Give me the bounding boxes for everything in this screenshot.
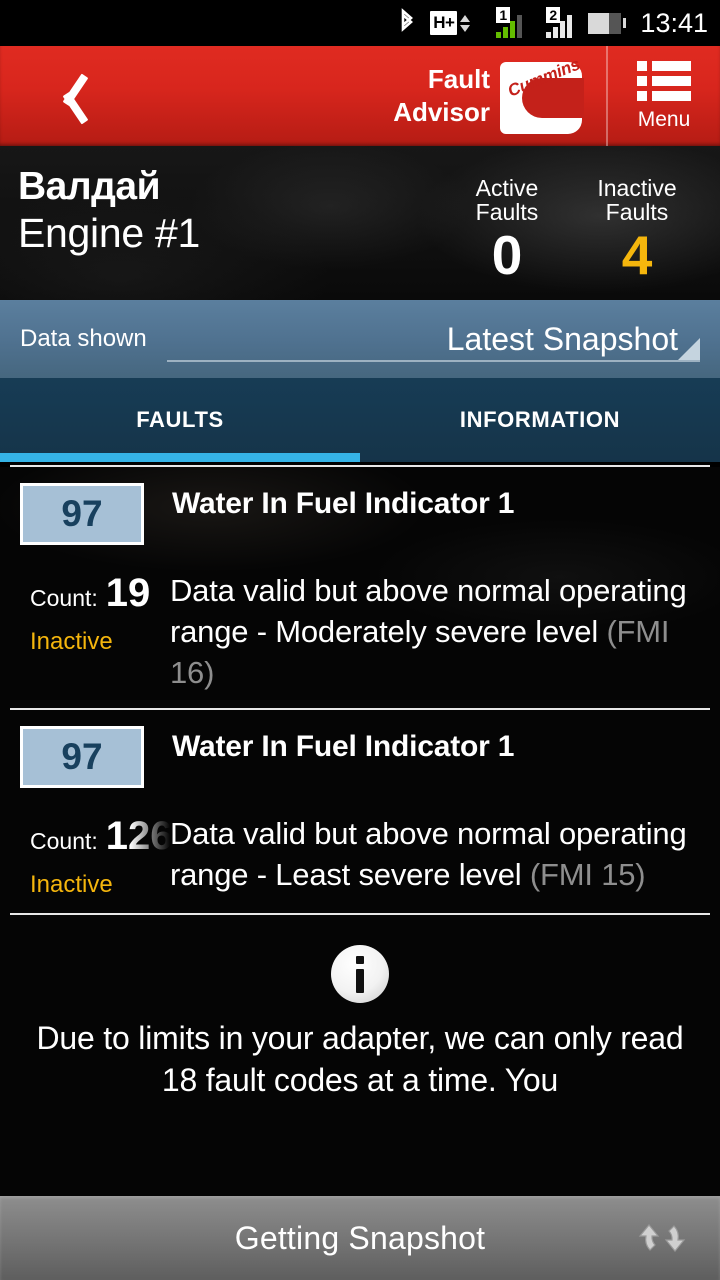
data-shown-row: Data shown Latest Snapshot [0, 300, 720, 378]
bluetooth-icon [397, 8, 417, 38]
refresh-button[interactable] [632, 1208, 692, 1268]
active-faults-label-line2: Faults [475, 199, 539, 226]
fault-description: Data valid but above normal operating ra… [170, 571, 710, 694]
inactive-faults-value: 4 [621, 223, 653, 286]
spn-badge: 97 [20, 725, 144, 788]
inactive-faults-label-line2: Faults [605, 199, 669, 226]
tab-information[interactable]: INFORMATION [360, 378, 720, 462]
fault-count-line: Count: 126 [30, 814, 170, 859]
fault-title: Water In Fuel Indicator 1 [172, 729, 515, 763]
sim1-signal-indicator: 1 [484, 7, 524, 38]
vehicle-summary: Валдай Engine #1 Active Faults 0 Inactiv… [0, 146, 720, 300]
data-shown-label: Data shown [20, 325, 147, 352]
bottom-status-bar: Getting Snapshot [0, 1196, 720, 1280]
data-shown-selected-value: Latest Snapshot [446, 320, 678, 357]
fault-count-line: Count: 19 [30, 571, 170, 616]
dropdown-caret-icon [678, 338, 700, 360]
fault-count-label: Count: [30, 585, 98, 611]
vehicle-identity: Валдай Engine #1 [18, 166, 442, 300]
tab-faults[interactable]: FAULTS [0, 378, 360, 462]
page-title-line2: Advisor [393, 97, 490, 127]
adapter-limit-notice: Due to limits in your adapter, we can on… [0, 915, 720, 1101]
list-menu-icon [637, 60, 691, 106]
info-circle-icon [331, 944, 389, 1003]
active-faults-label-line1: Active [475, 175, 539, 201]
tab-faults-label: FAULTS [136, 407, 224, 432]
sim2-label: 2 [546, 7, 561, 23]
spinner-underline [166, 360, 700, 362]
battery-icon [588, 12, 627, 34]
fault-count-column: Count: 126 Inactive [10, 813, 170, 899]
spn-badge: 97 [20, 483, 144, 545]
active-faults-value: 0 [491, 223, 523, 286]
fault-list[interactable]: 97 Water In Fuel Indicator 1 Count: 19 I… [0, 467, 720, 1200]
sim1-label: 1 [496, 7, 511, 23]
fault-header: 97 Water In Fuel Indicator 1 [10, 483, 710, 545]
fault-list-item[interactable]: 97 Water In Fuel Indicator 1 Count: 126 … [0, 710, 720, 913]
engine-name: Engine #1 [18, 210, 200, 257]
page-title: Fault Advisor [393, 63, 490, 130]
inactive-faults-counter: Inactive Faults 4 [572, 166, 702, 300]
app-header: Fault Advisor Cummins Menu [0, 46, 720, 146]
fault-count-label: Count: [30, 827, 98, 854]
fault-count-value: 126 [105, 813, 170, 858]
menu-button[interactable]: Menu [608, 46, 720, 146]
network-type-indicator: H+ [430, 11, 471, 35]
status-bar-clock: 13:41 [640, 7, 708, 38]
app-screen: H+ 1 2 13:41 Fault Advisor Cummins Menu … [0, 0, 720, 1280]
fault-title: Water In Fuel Indicator 1 [172, 487, 515, 520]
adapter-limit-message: Due to limits in your adapter, we can on… [36, 1019, 684, 1098]
status-bar: H+ 1 2 13:41 [0, 0, 720, 46]
fault-description: Data valid but above normal operating ra… [170, 814, 710, 899]
refresh-sync-icon [638, 1224, 686, 1252]
fault-body: Count: 19 Inactive Data valid but above … [10, 571, 710, 694]
fault-count-value: 19 [105, 571, 151, 615]
back-button[interactable] [0, 46, 130, 146]
connection-status-text: Getting Snapshot [234, 1219, 486, 1256]
page-title-line1: Fault [427, 63, 490, 94]
fault-list-item[interactable]: 97 Water In Fuel Indicator 1 Count: 19 I… [0, 467, 720, 708]
tab-inactive-indicator [360, 453, 720, 462]
fault-status-badge: Inactive [30, 870, 113, 898]
back-chevron-icon [48, 68, 82, 124]
data-transfer-arrows-icon [460, 14, 471, 32]
fault-count-column: Count: 19 Inactive [10, 571, 170, 694]
fault-body: Count: 126 Inactive Data valid but above… [10, 813, 710, 899]
network-type-label: H+ [430, 11, 458, 35]
fault-header: 97 Water In Fuel Indicator 1 [10, 725, 710, 788]
vehicle-name: Валдай [18, 165, 161, 208]
active-faults-counter: Active Faults 0 [442, 166, 572, 300]
fault-status-badge: Inactive [30, 628, 113, 655]
tab-bar: FAULTS INFORMATION [0, 378, 720, 462]
tab-active-indicator [0, 453, 360, 462]
sim2-signal-indicator: 2 [534, 7, 574, 38]
menu-button-label: Menu [637, 107, 691, 131]
fault-fmi-label: (FMI 15) [529, 856, 646, 892]
tab-information-label: INFORMATION [459, 407, 621, 432]
inactive-faults-label-line1: Inactive [597, 175, 677, 201]
data-shown-spinner[interactable]: Latest Snapshot [166, 308, 700, 370]
cummins-logo: Cummins [500, 54, 588, 138]
